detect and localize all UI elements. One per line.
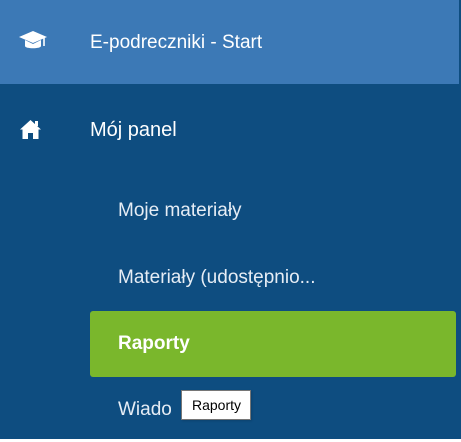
graduation-cap-icon bbox=[18, 30, 48, 52]
nav-item-reports[interactable]: Raporty bbox=[90, 311, 456, 377]
sidebar: E-podreczniki - Start Mój panel Moje mat… bbox=[0, 0, 461, 439]
nav-item-shared-materials[interactable]: Materiały (udostępnio... bbox=[90, 246, 456, 310]
nav-item-my-panel[interactable]: Mój panel bbox=[0, 108, 459, 154]
nav-item-messages[interactable]: Wiado bbox=[90, 378, 190, 442]
app-header[interactable]: E-podreczniki - Start bbox=[0, 0, 459, 84]
home-icon bbox=[19, 119, 42, 140]
app-title: E-podreczniki - Start bbox=[90, 32, 263, 53]
tooltip: Raporty bbox=[181, 390, 252, 420]
nav-item-my-materials[interactable]: Moje materiały bbox=[90, 179, 456, 243]
nav-item-label: Mój panel bbox=[90, 119, 177, 141]
